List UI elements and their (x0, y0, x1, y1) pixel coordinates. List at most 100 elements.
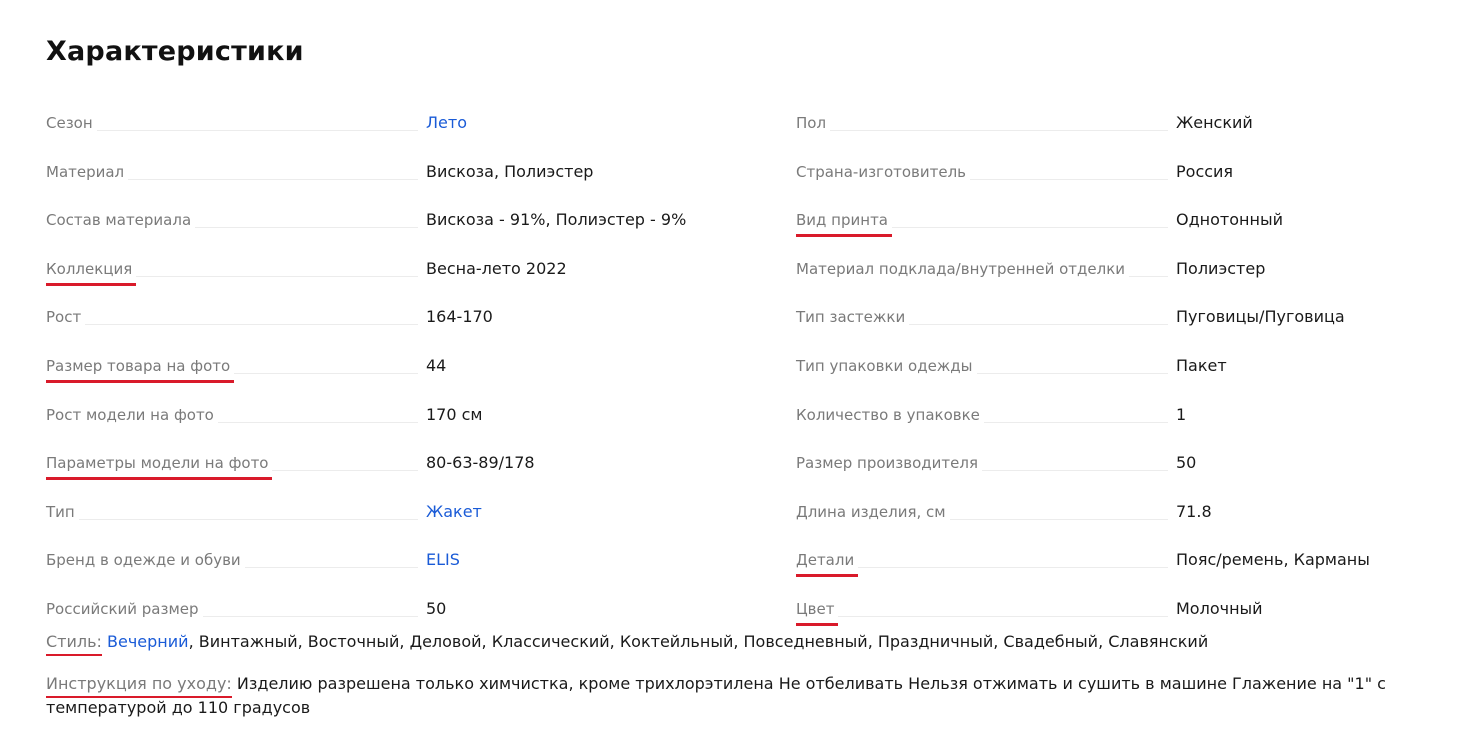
spec-row: Коллекция Весна-лето 2022 (46, 246, 766, 295)
spec-label: Страна-изготовитель (796, 162, 971, 181)
spec-value[interactable]: Лето (426, 113, 467, 132)
care-text: Изделию разрешена только химчистка, кром… (46, 674, 1386, 717)
spec-value: 80-63-89/178 (426, 453, 535, 473)
spec-label: Пол (796, 114, 831, 132)
spec-label: Бренд в одежде и обуви (46, 551, 245, 570)
style-label: Стиль: (46, 632, 102, 656)
leader-line (46, 130, 418, 131)
spec-value: 50 (1176, 453, 1197, 473)
spec-label-text: Размер товара на фото (46, 358, 235, 383)
spec-row: Материал Вискоза, Полиэстер (46, 149, 766, 198)
spec-label: Материал (46, 162, 129, 181)
spec-label-text: Тип застежки (796, 308, 910, 327)
spec-label-text: Цвет (796, 601, 839, 626)
specs-left-column: Сезон Лето Материал Вискоза, Полиэстер Соста… (46, 100, 766, 635)
spec-label: Рост модели на фото (46, 405, 218, 424)
spec-row: Параметры модели на фото 80-63-89/178 (46, 440, 766, 489)
spec-value: Молочный (1176, 598, 1263, 618)
spec-row: Бренд в одежде и обуви ELIS (46, 537, 766, 586)
spec-value: Однотонный (1176, 210, 1283, 230)
spec-value: Вискоза - 91%, Полиэстер - 9% (426, 210, 687, 230)
spec-value[interactable]: Жакет (426, 502, 482, 521)
spec-row: Материал подклада/внутренней отделки Поли… (796, 246, 1476, 295)
spec-value: 50 (426, 598, 447, 618)
spec-label-text: Тип упаковки одежды (796, 356, 977, 375)
leader-line (46, 518, 418, 520)
spec-row: Вид принта Однотонный (796, 197, 1476, 246)
spec-label-text: Параметры модели на фото (46, 456, 273, 481)
spec-value: 1 (1176, 404, 1187, 424)
style-line: Стиль: Вечерний, Винтажный, Восточный, Д… (46, 632, 1209, 656)
style-link-evening[interactable]: Вечерний (107, 632, 189, 651)
spec-label: Российский размер (46, 599, 203, 618)
spec-label: Размер товара на фото (46, 357, 235, 383)
style-values: , Винтажный, Восточный, Деловой, Классич… (188, 632, 1209, 651)
spec-label-text: Рост (46, 308, 86, 327)
spec-label-text: Рост модели на фото (46, 405, 218, 424)
spec-label-text: Длина изделия, см (796, 502, 950, 521)
spec-value: Пояс/ремень, Карманы (1176, 550, 1370, 570)
spec-value: Женский (1176, 113, 1253, 132)
spec-row: Тип застежки Пуговицы/Пуговица (796, 294, 1476, 343)
specs-right-column: Пол Женский Страна-изготовитель Россия Вид п… (796, 100, 1476, 635)
spec-row: Страна-изготовитель Россия (796, 149, 1476, 198)
care-instructions: Инструкция по уходу: Изделию разрешена т… (46, 672, 1466, 720)
spec-label-text: Российский размер (46, 599, 203, 618)
spec-row: Рост модели на фото 170 см (46, 392, 766, 441)
leader-line (796, 130, 1168, 131)
spec-row: Российский размер 50 (46, 586, 766, 635)
spec-label-text: Количество в упаковке (796, 405, 984, 424)
spec-label-text: Детали (796, 553, 859, 578)
spec-value: 170 см (426, 404, 483, 424)
spec-label: Цвет (796, 600, 839, 626)
spec-label-text: Состав материала (46, 211, 196, 230)
spec-label-text: Материал (46, 162, 129, 181)
care-label: Инструкция по уходу: (46, 674, 232, 698)
spec-row: Размер производителя 50 (796, 440, 1476, 489)
spec-label-text: Коллекция (46, 261, 137, 286)
spec-label: Детали (796, 551, 859, 578)
spec-label: Тип застежки (796, 308, 910, 327)
spec-label: Состав материала (46, 211, 196, 230)
spec-row: Количество в упаковке 1 (796, 392, 1476, 441)
spec-row: Тип Жакет (46, 489, 766, 538)
leader-line (46, 324, 418, 326)
spec-value: Полиэстер (1176, 258, 1266, 278)
spec-row: Тип упаковки одежды Пакет (796, 343, 1476, 392)
spec-value: 71.8 (1176, 501, 1212, 521)
spec-row: Длина изделия, см 71.8 (796, 489, 1476, 538)
spec-value: Пакет (1176, 355, 1227, 375)
spec-label: Вид принта (796, 211, 892, 238)
spec-label-text: Размер производителя (796, 454, 982, 473)
spec-label-text: Сезон (46, 114, 97, 132)
spec-label-text: Пол (796, 114, 831, 132)
spec-label: Материал подклада/внутренней отделки (796, 259, 1130, 278)
spec-label: Тип (46, 502, 79, 521)
spec-label: Длина изделия, см (796, 502, 950, 521)
page-title: Характеристики (46, 36, 304, 67)
spec-row: Рост 164-170 (46, 294, 766, 343)
spec-value: Россия (1176, 161, 1234, 181)
spec-value[interactable]: ELIS (426, 550, 460, 569)
spec-label: Рост (46, 308, 86, 327)
spec-label: Тип упаковки одежды (796, 356, 977, 375)
spec-row: Цвет Молочный (796, 586, 1476, 635)
spec-label-text: Страна-изготовитель (796, 162, 971, 181)
spec-label: Коллекция (46, 260, 137, 286)
spec-row: Пол Женский (796, 100, 1476, 149)
spec-label-text: Материал подклада/внутренней отделки (796, 259, 1130, 278)
spec-value: Весна-лето 2022 (426, 258, 567, 278)
spec-row: Сезон Лето (46, 100, 766, 149)
spec-value: Пуговицы/Пуговица (1176, 307, 1345, 327)
spec-value: Вискоза, Полиэстер (426, 161, 594, 181)
spec-label: Сезон (46, 114, 97, 132)
spec-label: Размер производителя (796, 454, 982, 473)
spec-label-text: Бренд в одежде и обуви (46, 551, 245, 570)
spec-value: 44 (426, 355, 447, 375)
spec-row: Состав материала Вискоза - 91%, Полиэстер… (46, 197, 766, 246)
spec-label: Количество в упаковке (796, 405, 984, 424)
spec-label: Параметры модели на фото (46, 454, 273, 481)
spec-row: Детали Пояс/ремень, Карманы (796, 537, 1476, 586)
spec-value: 164-170 (426, 307, 493, 327)
spec-label-text: Тип (46, 502, 79, 521)
